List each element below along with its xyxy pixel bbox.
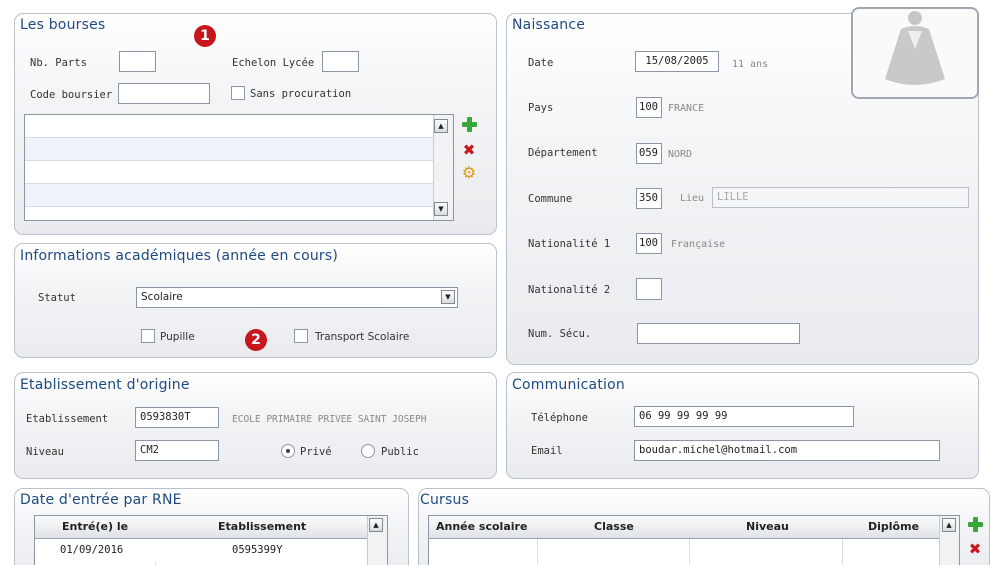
cursus-col-diplome[interactable]: Diplôme	[868, 520, 919, 533]
nationalite2-label: Nationalité 2	[528, 284, 611, 296]
nationalite1-label: Nationalité 1	[528, 238, 611, 250]
public-radio[interactable]	[361, 444, 375, 458]
pupille-label: Pupille	[160, 331, 195, 343]
scroll-up-icon[interactable]: ▲	[434, 119, 448, 133]
cursus-col-annee[interactable]: Année scolaire	[436, 520, 527, 533]
nationalite2-code-field[interactable]	[636, 278, 662, 300]
sans-procuration-label: Sans procuration	[250, 88, 352, 100]
nationalite1-name: Française	[671, 239, 726, 250]
prive-radio[interactable]	[281, 444, 295, 458]
scroll-down-icon[interactable]: ▼	[434, 202, 448, 216]
telephone-label: Téléphone	[531, 412, 588, 424]
departement-label: Département	[528, 147, 598, 159]
public-label: Public	[381, 446, 419, 458]
commune-code-field[interactable]: 350	[636, 188, 662, 209]
list-item[interactable]	[25, 161, 453, 184]
rne-cell-etab: 0595399Y	[232, 544, 283, 556]
nb-parts-field[interactable]	[119, 51, 156, 72]
departement-code-field[interactable]: 059	[636, 143, 662, 164]
gear-icon[interactable]: ⚙	[461, 165, 477, 181]
nb-parts-label: Nb. Parts	[30, 57, 87, 69]
email-field[interactable]: boudar.michel@hotmail.com	[634, 440, 940, 461]
bourses-title: Les bourses	[20, 17, 106, 33]
etablissement-name: ECOLE PRIMAIRE PRIVEE SAINT JOSEPH	[232, 414, 427, 425]
academique-title: Informations académiques (année en cours…	[20, 248, 339, 264]
dropdown-arrow-icon[interactable]: ▼	[441, 290, 455, 304]
pays-label: Pays	[528, 102, 554, 114]
statut-select[interactable]: Scolaire	[136, 287, 458, 308]
echelon-field[interactable]	[322, 51, 359, 72]
delete-icon[interactable]: ✖	[462, 143, 476, 158]
plus-icon[interactable]	[461, 116, 477, 132]
departement-name: NORD	[668, 149, 693, 160]
cursus-col-divider	[689, 539, 690, 565]
nationalite1-code-field[interactable]: 100	[636, 233, 662, 254]
transport-checkbox[interactable]	[294, 329, 308, 343]
age-text: 11 ans	[732, 59, 769, 70]
rne-col-etablissement[interactable]: Etablissement	[218, 520, 306, 533]
rne-title: Date d'entrée par RNE	[20, 492, 182, 508]
pupille-checkbox[interactable]	[141, 329, 155, 343]
list-item[interactable]	[25, 115, 453, 138]
prive-label: Privé	[300, 446, 332, 458]
lieu-label: Lieu	[680, 193, 705, 204]
date-field[interactable]: 15/08/2005	[635, 51, 719, 72]
rne-cell-date: 01/09/2016	[60, 544, 124, 556]
table-row[interactable]: 01/09/2016 0595399Y	[35, 539, 366, 562]
bourses-list[interactable]	[24, 114, 454, 221]
lieu-field[interactable]: LILLE	[712, 187, 969, 208]
echelon-label: Echelon Lycée	[232, 57, 315, 69]
etablissement-title: Etablissement d'origine	[20, 377, 190, 393]
plus-icon[interactable]	[967, 516, 983, 532]
photo-frame[interactable]	[851, 7, 979, 99]
marker-1: 1	[194, 25, 216, 47]
communication-title: Communication	[512, 377, 625, 393]
marker-2: 2	[245, 329, 267, 351]
email-label: Email	[531, 445, 563, 457]
list-item[interactable]	[25, 138, 453, 161]
photo-placeholder-icon	[853, 9, 977, 97]
cursus-col-divider	[842, 539, 843, 565]
code-boursier-label: Code boursier	[30, 89, 113, 101]
list-item[interactable]	[25, 184, 453, 207]
naissance-title: Naissance	[512, 17, 586, 33]
niveau-field[interactable]: CM2	[135, 440, 219, 461]
commune-label: Commune	[528, 193, 573, 205]
num-secu-field[interactable]	[637, 323, 800, 344]
etablissement-code-field[interactable]: 0593830T	[135, 407, 219, 428]
code-boursier-field[interactable]	[118, 83, 210, 104]
telephone-field[interactable]: 06 99 99 99 99	[634, 406, 854, 427]
cursus-col-niveau[interactable]: Niveau	[746, 520, 789, 533]
sans-procuration-checkbox[interactable]	[231, 86, 245, 100]
rne-col-date[interactable]: Entré(e) le	[62, 520, 128, 533]
cursus-col-divider	[537, 539, 538, 565]
niveau-label: Niveau	[26, 446, 64, 458]
scroll-up-icon[interactable]: ▲	[942, 518, 956, 532]
scroll-up-icon[interactable]: ▲	[369, 518, 383, 532]
etablissement-label: Etablissement	[26, 413, 109, 425]
date-label: Date	[528, 57, 554, 69]
transport-label: Transport Scolaire	[315, 331, 410, 343]
delete-icon[interactable]: ✖	[968, 542, 982, 557]
pays-code-field[interactable]: 100	[636, 97, 662, 118]
cursus-title: Cursus	[420, 492, 470, 508]
num-secu-label: Num. Sécu.	[528, 328, 592, 340]
pays-name: FRANCE	[668, 103, 705, 114]
cursus-col-classe[interactable]: Classe	[594, 520, 634, 533]
statut-label: Statut	[38, 292, 76, 304]
